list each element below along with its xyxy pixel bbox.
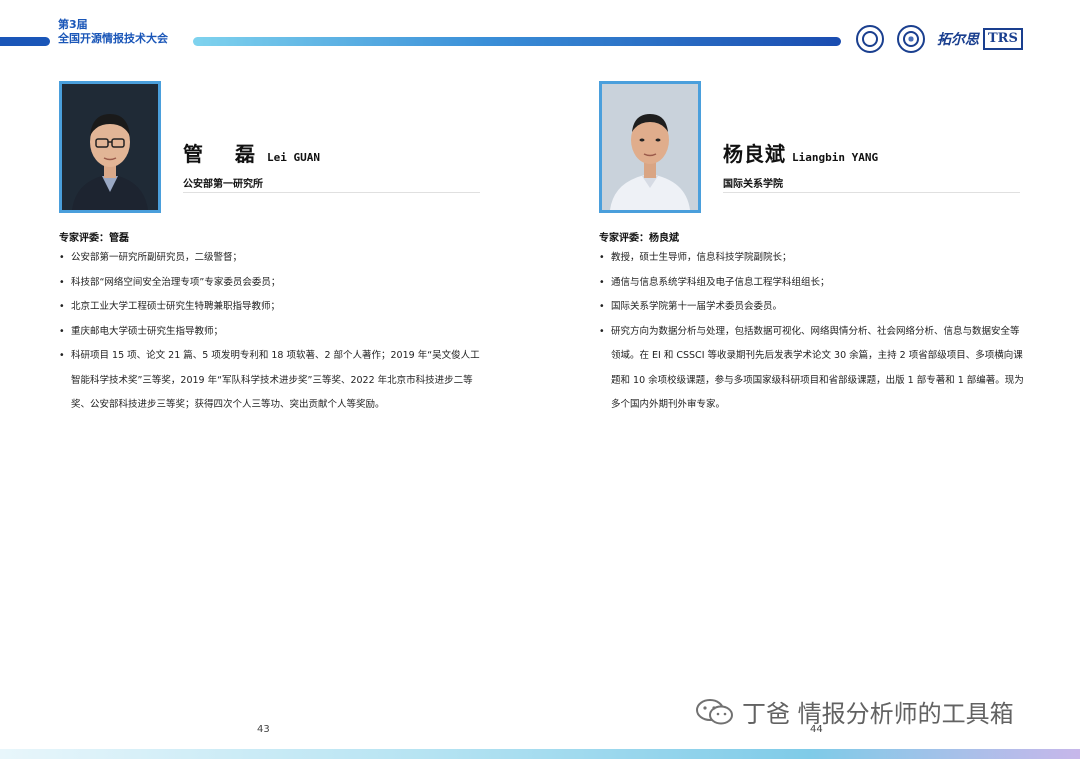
name-cn-left: 管 磊 bbox=[183, 142, 261, 166]
watermark: 丁爸 情报分析师的工具箱 bbox=[694, 694, 1014, 729]
header-band-left bbox=[0, 37, 50, 46]
name-en-right: Liangbin YANG bbox=[792, 151, 879, 164]
portrait-photo-left bbox=[59, 81, 161, 213]
list-item: 科研项目 15 项、论文 21 篇、5 项发明专利和 18 项软著、2 部个人著… bbox=[59, 344, 487, 418]
conference-edition: 第3届 bbox=[58, 18, 88, 31]
bio-list-right: 教授，硕士生导师，信息科技学院副院长； 通信与信息系统学科组及电子信息工程学科组… bbox=[599, 246, 1027, 418]
university-seal-icon bbox=[856, 25, 884, 53]
footer-band bbox=[0, 749, 1080, 759]
page-number-left: 43 bbox=[257, 724, 270, 735]
trs-logo-icon: 拓尔思 TRS bbox=[937, 28, 1023, 50]
list-item: 国际关系学院第十一届学术委员会委员。 bbox=[599, 295, 1027, 320]
conference-title: 第3届 全国开源情报技术大会 bbox=[58, 18, 168, 46]
list-item: 重庆邮电大学硕士研究生指导教师； bbox=[59, 320, 487, 345]
divider-left bbox=[183, 192, 480, 193]
list-item: 北京工业大学工程硕士研究生特聘兼职指导教师； bbox=[59, 295, 487, 320]
trs-logo-cn: 拓尔思 bbox=[937, 32, 979, 48]
divider-right bbox=[723, 192, 1020, 193]
name-heading-right: 杨良斌 Liangbin YANG bbox=[723, 138, 878, 167]
list-item: 通信与信息系统学科组及电子信息工程学科组组长； bbox=[599, 271, 1027, 296]
section-heading-left: 专家评委：管磊 bbox=[59, 233, 129, 244]
name-en-left: Lei GUAN bbox=[267, 151, 320, 164]
list-item: 科技部“网络空间安全治理专项”专家委员会委员； bbox=[59, 271, 487, 296]
bio-list-left: 公安部第一研究所副研究员，二级警督； 科技部“网络空间安全治理专项”专家委员会委… bbox=[59, 246, 487, 418]
wechat-icon bbox=[696, 698, 733, 724]
list-item: 教授，硕士生导师，信息科技学院副院长； bbox=[599, 246, 1027, 271]
conference-name: 全国开源情报技术大会 bbox=[58, 32, 168, 45]
institute-seal-icon bbox=[897, 25, 925, 53]
affiliation-right: 国际关系学院 bbox=[723, 179, 783, 190]
name-cn-right: 杨良斌 bbox=[723, 142, 786, 166]
name-heading-left: 管 磊 Lei GUAN bbox=[183, 138, 320, 167]
section-heading-right: 专家评委：杨良斌 bbox=[599, 233, 679, 244]
watermark-text: 丁爸 情报分析师的工具箱 bbox=[742, 700, 1014, 728]
trs-logo-en: TRS bbox=[983, 28, 1023, 50]
affiliation-left: 公安部第一研究所 bbox=[183, 179, 263, 190]
portrait-photo-right bbox=[599, 81, 701, 213]
list-item: 公安部第一研究所副研究员，二级警督； bbox=[59, 246, 487, 271]
list-item: 研究方向为数据分析与处理，包括数据可视化、网络舆情分析、社会网络分析、信息与数据… bbox=[599, 320, 1027, 418]
header-band-right bbox=[193, 37, 841, 46]
